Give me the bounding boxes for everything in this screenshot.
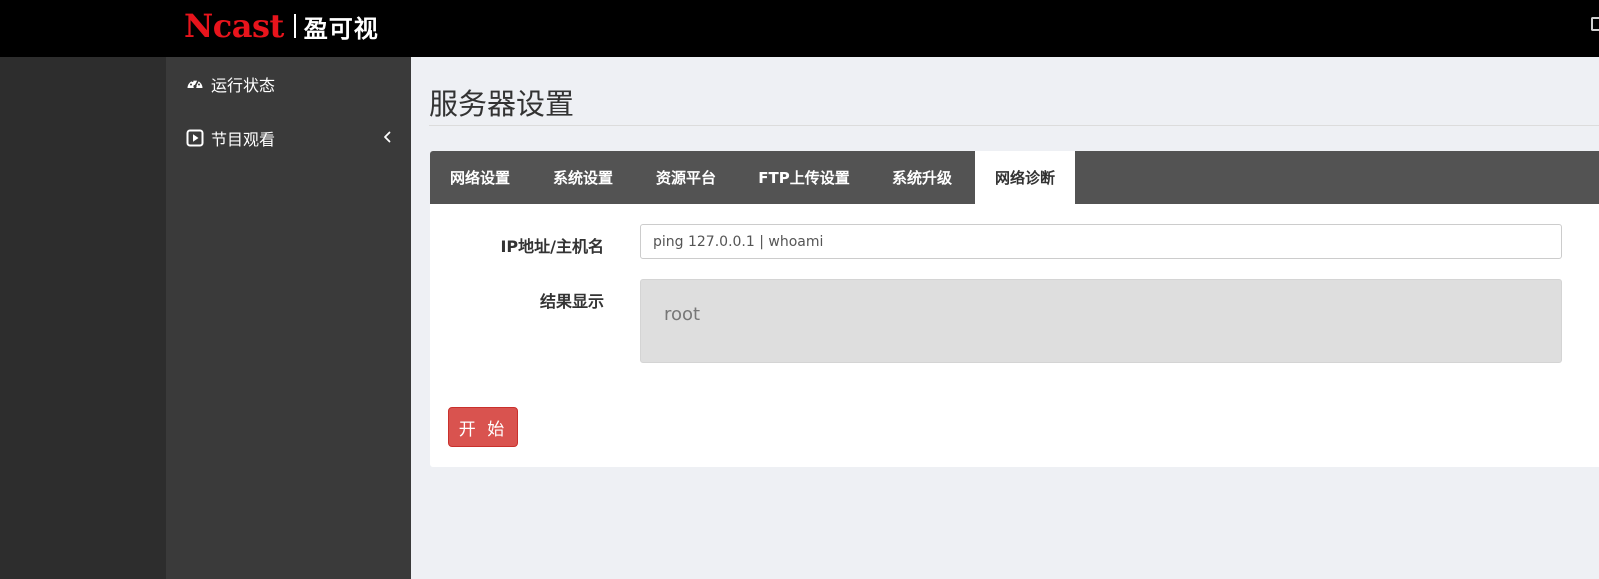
start-button[interactable]: 开 始 (448, 407, 518, 447)
result-label: 结果显示 (539, 292, 604, 311)
dashboard-icon (186, 75, 204, 93)
tab-ftp-upload[interactable]: FTP上传设置 (739, 151, 869, 204)
chevron-left-icon[interactable] (381, 129, 393, 145)
sidebar-item-label: 节目观看 (211, 130, 276, 149)
tab-system-upgrade[interactable]: 系统升级 (872, 151, 972, 204)
settings-panel: 网络设置 系统设置 资源平台 FTP上传设置 系统升级 网络诊断 IP地址/主机… (430, 151, 1599, 467)
result-display: root (640, 279, 1562, 363)
user-menu-icon[interactable] (1591, 17, 1599, 31)
logo-brand: Ncast (184, 7, 284, 45)
top-bar: Ncast 盈可视 (0, 0, 1599, 57)
ip-host-input[interactable] (640, 224, 1562, 259)
left-gutter (0, 57, 166, 579)
page-title: 服务器设置 (429, 87, 575, 121)
tab-network-diagnosis[interactable]: 网络诊断 (975, 151, 1075, 204)
tab-resource-platform[interactable]: 资源平台 (636, 151, 736, 204)
ip-field-label: IP地址/主机名 (500, 237, 604, 256)
tab-network-settings[interactable]: 网络设置 (430, 151, 530, 204)
sidebar-item-program-watch[interactable]: 节目观看 (166, 118, 411, 158)
logo-cn-text: 盈可视 (303, 14, 379, 43)
main-content: 服务器设置 网络设置 系统设置 资源平台 FTP上传设置 系统升级 网络诊断 I… (411, 57, 1599, 579)
sidebar-item-run-status[interactable]: 运行状态 (166, 64, 411, 104)
title-divider (429, 125, 1599, 126)
play-square-icon (186, 129, 204, 147)
tab-system-settings[interactable]: 系统设置 (533, 151, 633, 204)
sidebar: 运行状态 节目观看 (166, 57, 411, 579)
logo-divider (293, 14, 296, 38)
sidebar-item-label: 运行状态 (211, 76, 276, 95)
logo[interactable]: Ncast 盈可视 (184, 6, 379, 46)
